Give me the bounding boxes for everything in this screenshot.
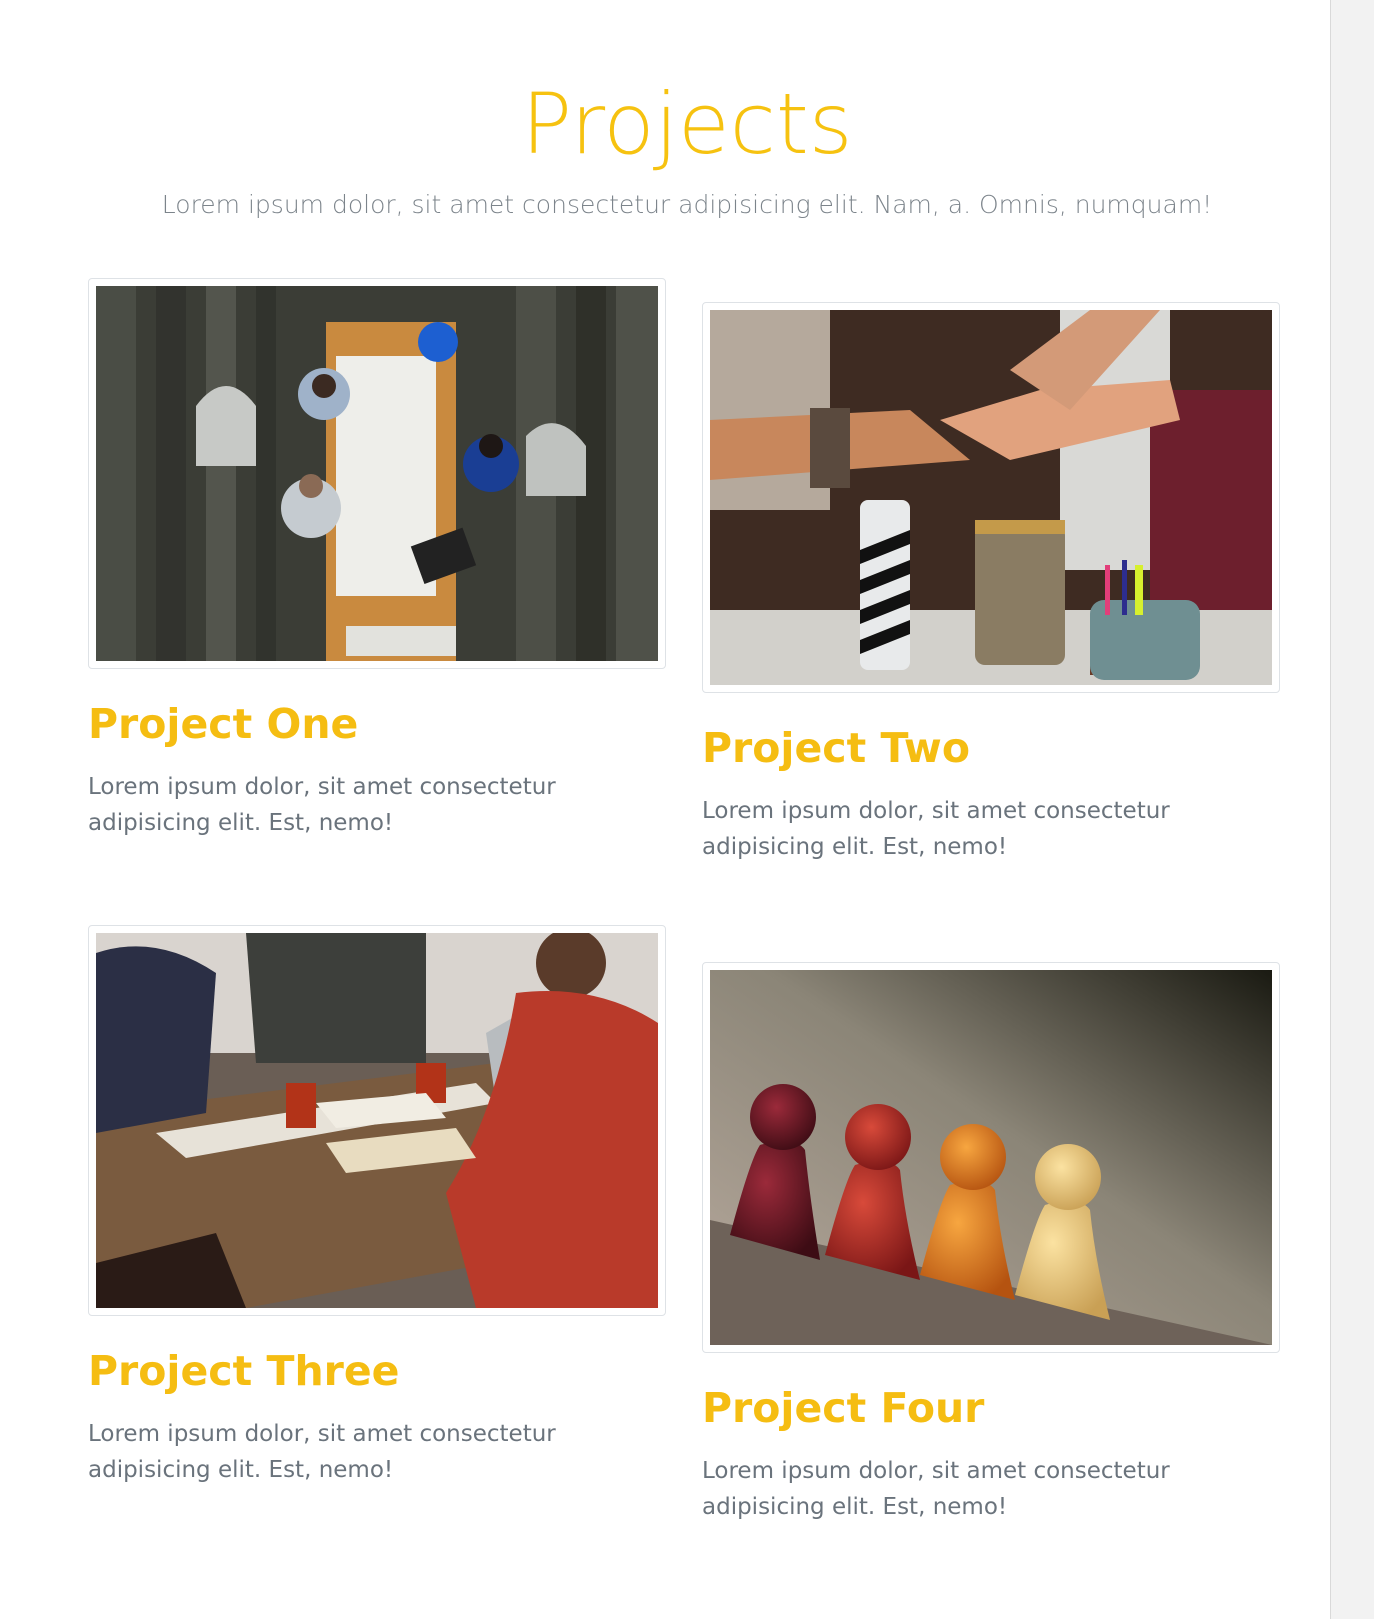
project-card: Project Two Lorem ipsum dolor, sit amet …: [702, 302, 1280, 865]
projects-section: Projects Lorem ipsum dolor, sit amet con…: [0, 0, 1374, 1619]
project-description: Lorem ipsum dolor, sit amet consectetur …: [702, 798, 1170, 860]
project-title: Project Three: [88, 1347, 400, 1395]
project-title: Project Two: [702, 724, 970, 772]
project-image-frame: [702, 302, 1280, 693]
project-image-frame: [88, 278, 666, 669]
project-image-frame: [702, 962, 1280, 1353]
project-description: Lorem ipsum dolor, sit amet consectetur …: [88, 774, 556, 836]
project-title: Project One: [88, 700, 359, 748]
project-image[interactable]: [710, 970, 1272, 1345]
project-card: Project Four Lorem ipsum dolor, sit amet…: [702, 962, 1280, 1525]
project-title: Project Four: [702, 1384, 985, 1432]
project-image-frame: [88, 925, 666, 1316]
project-card: Project Three Lorem ipsum dolor, sit ame…: [88, 925, 666, 1488]
project-description: Lorem ipsum dolor, sit amet consectetur …: [88, 1421, 556, 1483]
scrollbar[interactable]: [1330, 0, 1374, 1619]
section-title: Projects: [521, 75, 853, 173]
project-image[interactable]: [96, 286, 658, 661]
project-image[interactable]: [710, 310, 1272, 685]
project-card: Project One Lorem ipsum dolor, sit amet …: [88, 278, 666, 841]
project-description: Lorem ipsum dolor, sit amet consectetur …: [702, 1458, 1170, 1520]
project-image[interactable]: [96, 933, 658, 1308]
section-subtitle: Lorem ipsum dolor, sit amet consectetur …: [161, 190, 1213, 219]
